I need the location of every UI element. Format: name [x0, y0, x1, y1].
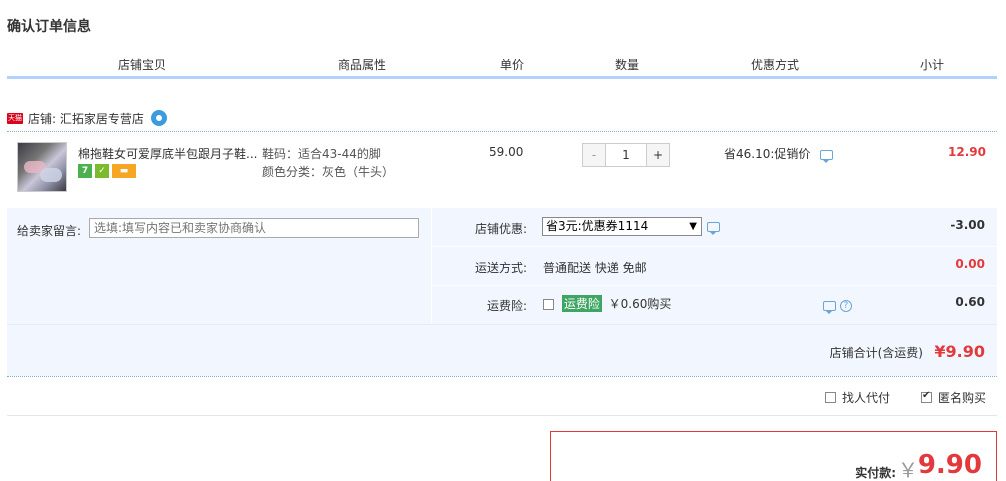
column-quantity: 数量 [614, 58, 639, 72]
guarantee-shield-icon[interactable]: ✓ [95, 164, 109, 178]
options-row-divider [432, 285, 997, 286]
shop-discount-amount: -3.00 [950, 218, 985, 232]
shipping-amount: 0.00 [955, 257, 985, 271]
quantity-plus-button[interactable]: + [647, 144, 669, 166]
seven-day-return-icon[interactable]: 7 [78, 164, 92, 178]
shop-total-amount: ¥9.90 [934, 342, 985, 361]
payment-summary: 实付款: ￥ 9.90 [550, 431, 997, 481]
payment-amount: 9.90 [917, 450, 982, 480]
section-separator [7, 415, 997, 416]
insurance-help: ? [823, 298, 852, 314]
proxy-pay-checkbox[interactable] [825, 392, 836, 403]
options-column-divider [431, 208, 432, 324]
anonymous-buy-option[interactable]: 匿名购买 [921, 389, 986, 406]
shop-discount-label: 店铺优惠: [474, 222, 527, 236]
payment-label: 实付款: [855, 466, 896, 480]
insurance-price: ￥0.60购买 [608, 297, 672, 311]
item-promo: 省46.10:促销价 [724, 145, 834, 163]
order-options-panel: 给卖家留言: 店铺优惠: 省3元:优惠券1114 ▼ -3.00 运送方式: 普… [7, 208, 997, 376]
seller-message-label: 给卖家留言: [17, 224, 82, 238]
shipping-method: 普通配送 快递 免邮 [543, 261, 647, 275]
proxy-pay-label: 找人代付 [842, 391, 891, 405]
column-header-underline [7, 76, 997, 79]
shop-discount-selected: 省3元:优惠券1114 [546, 219, 649, 233]
seller-message-section: 给卖家留言: [7, 208, 431, 324]
proxy-pay-option[interactable]: 找人代付 [825, 389, 890, 406]
shop-row: 天猫 店铺: 汇拓家居专营店 [7, 108, 167, 128]
column-attributes: 商品属性 [337, 58, 386, 72]
column-discount: 优惠方式 [750, 58, 799, 72]
insurance-amount: 0.60 [955, 295, 985, 309]
promo-comment-icon[interactable] [820, 149, 834, 163]
quantity-minus-button[interactable]: - [583, 144, 605, 166]
wangwang-icon[interactable] [150, 110, 167, 126]
shop-discount-select[interactable]: 省3元:优惠券1114 ▼ [542, 217, 702, 236]
insurance-comment-icon[interactable] [823, 300, 836, 314]
insurance-tag: 运费险 [561, 295, 602, 312]
seller-message-input[interactable] [89, 218, 419, 238]
insurance-checkbox[interactable] [543, 299, 554, 310]
options-bottom-divider [7, 376, 997, 377]
item-badges: 7 ✓ ▬ [78, 164, 136, 178]
column-subtotal: 小计 [919, 58, 944, 72]
shipping-label: 运送方式: [474, 261, 527, 275]
page-title: 确认订单信息 [7, 19, 91, 35]
item-promo-text: 省46.10:促销价 [724, 147, 811, 161]
column-shop-item: 店铺宝贝 [117, 58, 166, 72]
item-title-link[interactable]: 棉拖鞋女可爱厚底半包跟月子鞋... [78, 145, 260, 162]
insurance-label: 运费险: [486, 299, 527, 313]
help-icon[interactable]: ? [839, 299, 852, 312]
shop-total-label: 店铺合计(含运费) [829, 346, 923, 360]
options-total-divider [7, 324, 997, 325]
item-unit-price: 59.00 [489, 145, 524, 159]
item-attr-size: 鞋码：适合43-44的脚 [262, 147, 381, 161]
shop-divider [7, 131, 997, 132]
dropdown-arrow-icon: ▼ [689, 221, 697, 232]
tmall-logo: 天猫 [7, 112, 23, 124]
insurance-option: 运费险 ￥0.60购买 [543, 295, 671, 312]
column-unit-price: 单价 [499, 58, 524, 72]
anonymous-buy-label: 匿名购买 [938, 391, 987, 405]
options-row-divider [432, 246, 997, 247]
anonymous-buy-checkbox[interactable] [921, 390, 932, 403]
item-thumbnail[interactable] [17, 142, 67, 192]
item-subtotal: 12.90 [948, 145, 986, 159]
credit-card-icon[interactable]: ▬ [112, 164, 136, 178]
discount-comment-icon[interactable] [707, 222, 720, 235]
item-attr-color: 颜色分类：灰色（牛头） [262, 165, 395, 179]
shop-name-link[interactable]: 店铺: 汇拓家居专营店 [28, 110, 144, 127]
payment-currency: ￥ [898, 458, 918, 481]
quantity-input[interactable] [605, 144, 647, 166]
quantity-stepper: - + [582, 143, 670, 167]
column-header: 店铺宝贝 商品属性 单价 数量 优惠方式 小计 [7, 56, 997, 76]
